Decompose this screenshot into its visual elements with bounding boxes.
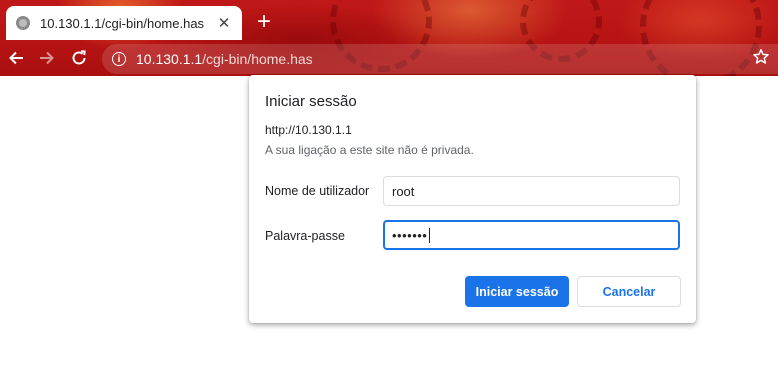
username-label: Nome de utilizador bbox=[265, 184, 370, 198]
globe-icon bbox=[16, 16, 30, 30]
browser-tab[interactable]: 10.130.1.1/cgi-bin/home.has ✕ bbox=[6, 6, 242, 40]
login-dialog: Iniciar sessão http://10.130.1.1 A sua l… bbox=[249, 75, 696, 323]
url-text: 10.130.1.1/cgi-bin/home.has bbox=[136, 51, 313, 67]
password-value: ••••••• bbox=[392, 227, 428, 243]
forward-arrow-icon bbox=[40, 51, 54, 65]
dialog-host: http://10.130.1.1 bbox=[265, 123, 352, 137]
username-value: root bbox=[392, 183, 415, 199]
browser-chrome: 10.130.1.1/cgi-bin/home.has ✕ + i 10.130… bbox=[0, 0, 778, 76]
new-tab-button[interactable]: + bbox=[252, 10, 276, 35]
address-bar[interactable]: i 10.130.1.1/cgi-bin/home.has bbox=[102, 44, 778, 74]
username-field[interactable]: root bbox=[383, 176, 680, 206]
reload-icon bbox=[72, 50, 86, 65]
bookmark-star-icon[interactable] bbox=[752, 48, 770, 66]
toolbar: i 10.130.1.1/cgi-bin/home.has bbox=[0, 40, 778, 76]
dialog-title: Iniciar sessão bbox=[265, 93, 357, 110]
back-arrow-icon bbox=[9, 51, 23, 65]
url-host: 10.130.1.1 bbox=[136, 51, 203, 67]
url-path: /cgi-bin/home.has bbox=[202, 51, 313, 67]
text-cursor bbox=[429, 227, 431, 243]
dialog-warning: A sua ligação a este site não é privada. bbox=[265, 143, 474, 157]
password-field[interactable]: ••••••• bbox=[383, 220, 680, 250]
login-button[interactable]: Iniciar sessão bbox=[465, 276, 569, 307]
forward-button[interactable] bbox=[36, 47, 58, 69]
back-button[interactable] bbox=[5, 47, 27, 69]
info-icon[interactable]: i bbox=[112, 52, 126, 66]
cancel-button[interactable]: Cancelar bbox=[577, 276, 681, 307]
tab-title: 10.130.1.1/cgi-bin/home.has bbox=[40, 15, 205, 31]
reload-button[interactable] bbox=[68, 47, 90, 69]
close-icon[interactable]: ✕ bbox=[216, 15, 232, 32]
password-label: Palavra-passe bbox=[265, 229, 345, 243]
